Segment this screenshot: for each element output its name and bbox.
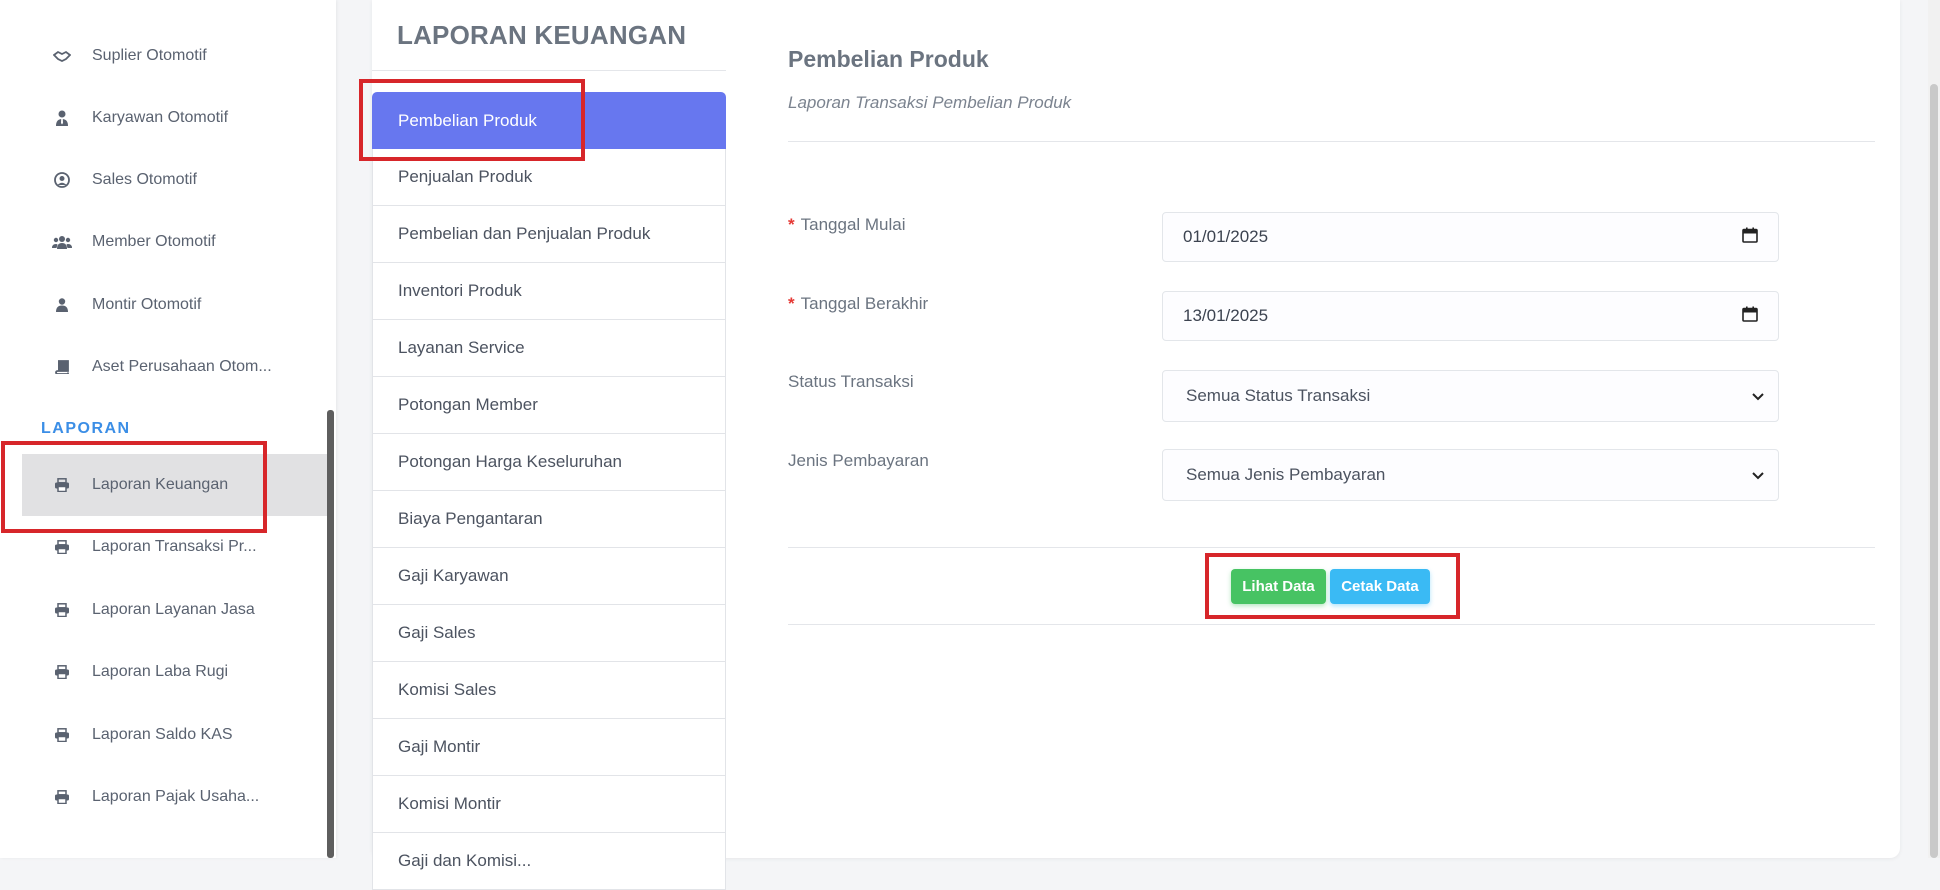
menu-item-pembelian-penjualan[interactable]: Pembelian dan Penjualan Produk	[372, 206, 726, 263]
sidebar-item-laporan-layanan[interactable]: Laporan Layanan Jasa	[22, 584, 327, 636]
end-date-input[interactable]: 13/01/2025	[1162, 291, 1779, 341]
sidebar-item-laporan-saldo-kas[interactable]: Laporan Saldo KAS	[22, 709, 327, 761]
menu-item-gaji-karyawan[interactable]: Gaji Karyawan	[372, 548, 726, 605]
sidebar-item-montir[interactable]: Montir Otomotif	[22, 279, 327, 331]
print-icon	[50, 478, 74, 492]
scrollbar-thumb[interactable]	[1930, 84, 1938, 858]
end-date-label: * Tanggal Berakhir	[788, 294, 929, 313]
required-mark: *	[788, 215, 795, 234]
sidebar-item-aset[interactable]: Aset Perusahaan Otom...	[22, 341, 327, 393]
calendar-icon[interactable]	[1742, 227, 1758, 248]
menu-item-potongan-member[interactable]: Potongan Member	[372, 377, 726, 434]
user-circle-icon	[50, 172, 74, 188]
sidebar-item-laporan-keuangan[interactable]: Laporan Keuangan	[22, 454, 327, 516]
print-icon	[50, 728, 74, 742]
payment-label: Jenis Pembayaran	[788, 451, 929, 470]
required-mark: *	[788, 294, 795, 313]
print-data-button[interactable]: Cetak Data	[1330, 569, 1430, 604]
sidebar-item-laporan-pajak[interactable]: Laporan Pajak Usaha...	[22, 771, 327, 823]
divider	[788, 624, 1875, 625]
print-icon	[50, 790, 74, 804]
menu-item-potongan-harga[interactable]: Potongan Harga Keseluruhan	[372, 434, 726, 491]
divider	[788, 141, 1875, 142]
menu-item-gaji-sales[interactable]: Gaji Sales	[372, 605, 726, 662]
sidebar-scrollbar[interactable]	[327, 410, 334, 858]
sidebar-item-karyawan[interactable]: Karyawan Otomotif	[22, 92, 327, 144]
handshake-icon	[50, 49, 74, 63]
users-icon	[50, 235, 74, 249]
payment-select[interactable]: Semua Jenis Pembayaran	[1162, 449, 1779, 501]
page-scrollbar[interactable]	[1928, 0, 1940, 858]
user-tie-icon	[50, 110, 74, 126]
divider	[372, 70, 726, 71]
menu-item-pembelian-produk[interactable]: Pembelian Produk	[372, 92, 726, 149]
start-date-label: * Tanggal Mulai	[788, 215, 906, 234]
book-icon	[50, 360, 74, 374]
menu-item-gaji-montir[interactable]: Gaji Montir	[372, 719, 726, 776]
menu-item-penjualan-produk[interactable]: Penjualan Produk	[372, 149, 726, 206]
menu-item-biaya-pengantaran[interactable]: Biaya Pengantaran	[372, 491, 726, 548]
divider	[788, 547, 1875, 548]
menu-item-inventori-produk[interactable]: Inventori Produk	[372, 263, 726, 320]
menu-item-komisi-sales[interactable]: Komisi Sales	[372, 662, 726, 719]
sidebar-section-heading: LAPORAN	[41, 420, 131, 437]
print-icon	[50, 540, 74, 554]
status-select[interactable]: Semua Status Transaksi	[1162, 370, 1779, 422]
sidebar-item-sales[interactable]: Sales Otomotif	[22, 154, 327, 206]
sidebar-item-laporan-transaksi[interactable]: Laporan Transaksi Pr...	[22, 521, 327, 573]
sidebar-item-suplier[interactable]: Suplier Otomotif	[22, 30, 327, 82]
chevron-down-icon	[1752, 386, 1764, 406]
menu-item-komisi-montir[interactable]: Komisi Montir	[372, 776, 726, 833]
report-menu-list: Pembelian Produk Penjualan Produk Pembel…	[372, 92, 726, 890]
form-subtitle: Laporan Transaksi Pembelian Produk	[788, 93, 1072, 112]
status-label: Status Transaksi	[788, 372, 914, 391]
start-date-input[interactable]: 01/01/2025	[1162, 212, 1779, 262]
menu-item-layanan-service[interactable]: Layanan Service	[372, 320, 726, 377]
menu-item-gaji-komisi[interactable]: Gaji dan Komisi...	[372, 833, 726, 890]
chevron-down-icon	[1752, 465, 1764, 485]
print-icon	[50, 665, 74, 679]
sidebar-item-member[interactable]: Member Otomotif	[22, 216, 327, 268]
sidebar-item-laporan-laba-rugi[interactable]: Laporan Laba Rugi	[22, 646, 327, 698]
sidebar: Suplier Otomotif Karyawan Otomotif Sales…	[0, 0, 336, 858]
print-icon	[50, 603, 74, 617]
user-icon	[50, 298, 74, 312]
form-title: Pembelian Produk	[788, 46, 989, 72]
calendar-icon[interactable]	[1742, 306, 1758, 327]
view-data-button[interactable]: Lihat Data	[1231, 569, 1326, 604]
report-menu-title: LAPORAN KEUANGAN	[397, 20, 687, 50]
